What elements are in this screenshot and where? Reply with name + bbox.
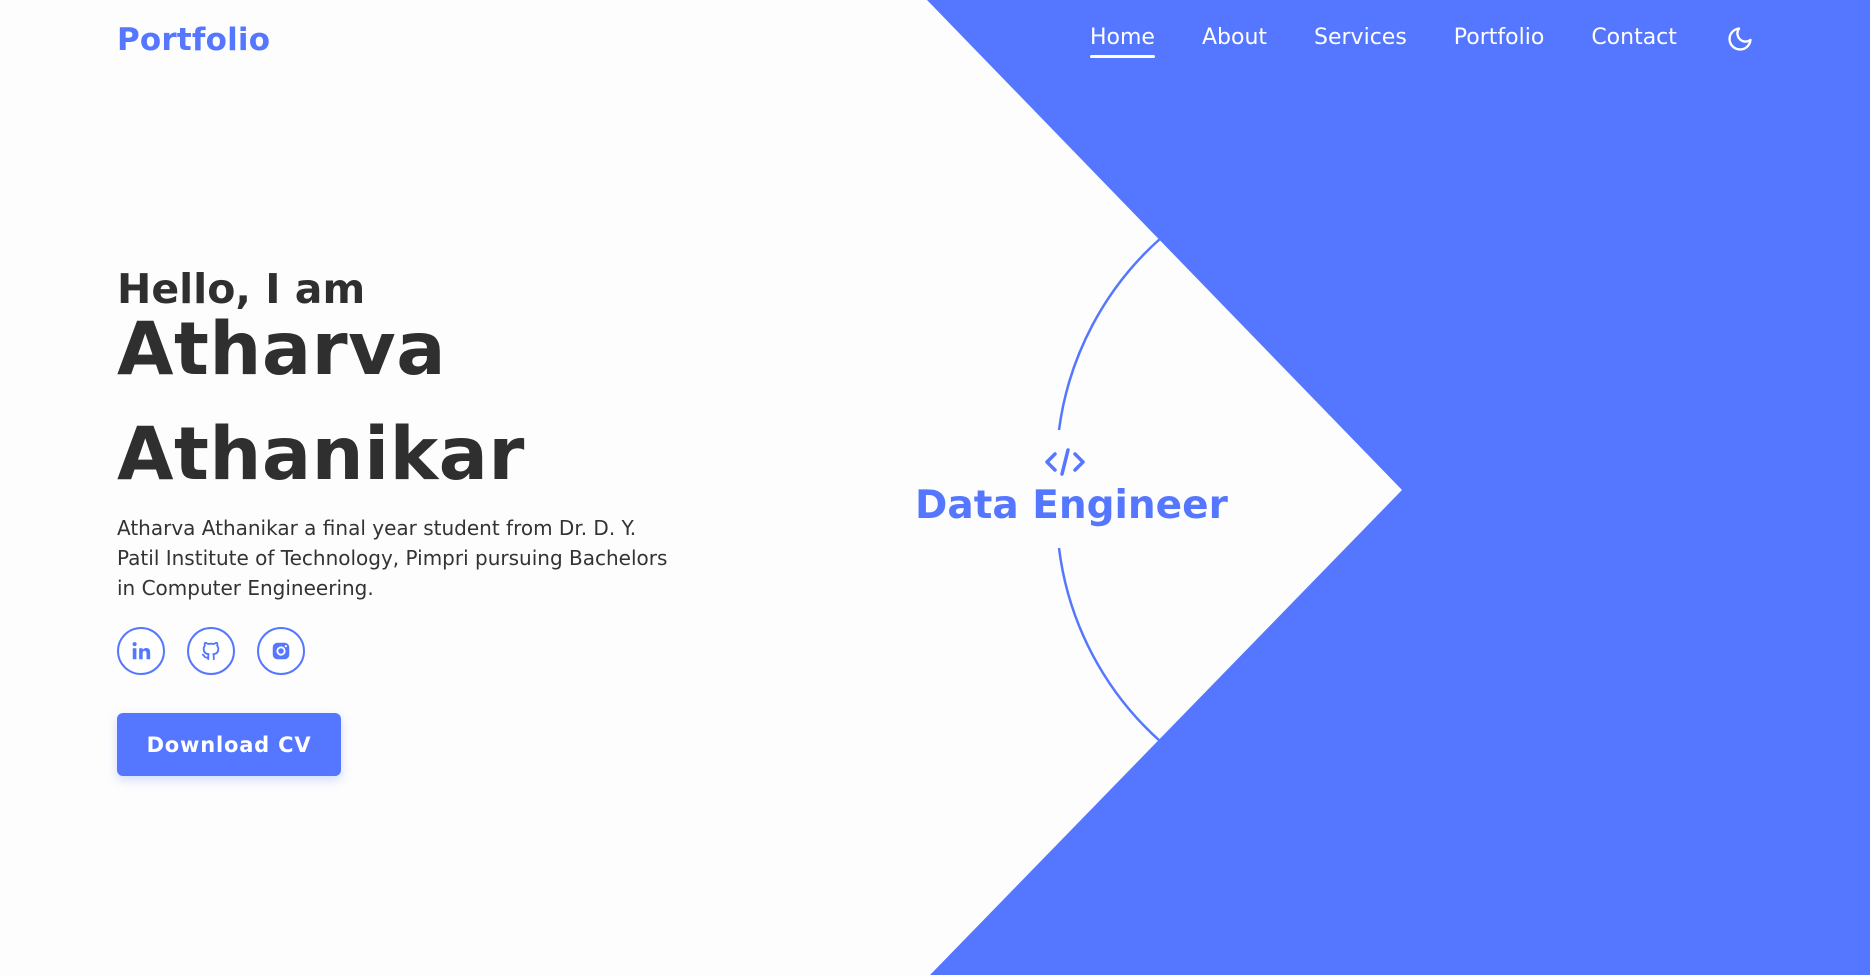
linkedin-icon — [132, 642, 151, 660]
logo[interactable]: Portfolio — [117, 22, 270, 58]
header: Portfolio Home About Services Portfolio … — [0, 0, 1870, 88]
name-first: Atharva — [117, 307, 446, 393]
theme-toggle-button[interactable] — [1724, 23, 1756, 55]
hero-description: Atharva Athanikar a final year student f… — [117, 516, 668, 601]
name-last: Athanikar — [117, 412, 525, 498]
nav-contact[interactable]: Contact — [1591, 25, 1677, 58]
role-badge: Data Engineer — [915, 445, 1228, 528]
nav-about[interactable]: About — [1202, 25, 1267, 58]
page: Portfolio Home About Services Portfolio … — [0, 0, 1870, 975]
nav-portfolio[interactable]: Portfolio — [1454, 25, 1545, 58]
nav-services[interactable]: Services — [1314, 25, 1407, 58]
arc-top — [1057, 237, 1162, 431]
github-icon — [201, 641, 220, 661]
download-cv-button[interactable]: Download CV — [117, 713, 341, 777]
instagram-icon — [272, 642, 290, 660]
main-nav: Home About Services Portfolio Contact — [1090, 25, 1756, 58]
github-link[interactable] — [187, 627, 235, 676]
arc-bottom — [1057, 547, 1162, 743]
instagram-link[interactable] — [257, 627, 305, 676]
nav-home[interactable]: Home — [1090, 25, 1155, 58]
social-links — [117, 627, 677, 676]
moon-icon — [1728, 26, 1752, 51]
role-title: Data Engineer — [915, 483, 1228, 528]
code-icon — [1045, 448, 1085, 476]
linkedin-link[interactable] — [117, 627, 165, 676]
greeting: Hello, I am — [117, 265, 366, 313]
hero-section: Hello, I am Atharva Athanikar Atharva At… — [117, 265, 677, 777]
